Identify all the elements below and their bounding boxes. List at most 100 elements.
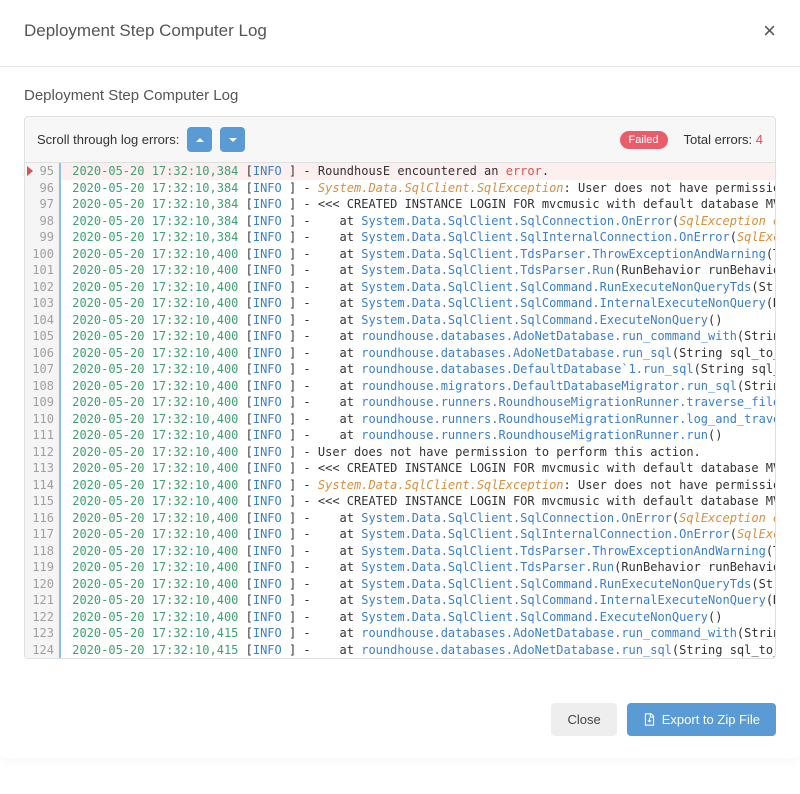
status-badge: Failed: [620, 131, 668, 149]
modal-header: Deployment Step Computer Log ×: [0, 0, 800, 67]
line-number: 120: [25, 576, 59, 593]
log-line[interactable]: 113 2020-05-20 17:32:10,400 [INFO ] - <<…: [25, 460, 775, 477]
log-line[interactable]: 95 2020-05-20 17:32:10,384 [INFO ] - Rou…: [25, 163, 775, 180]
modal-title: Deployment Step Computer Log: [24, 21, 267, 41]
log-line[interactable]: 100 2020-05-20 17:32:10,400 [INFO ] - at…: [25, 246, 775, 263]
line-number: 121: [25, 592, 59, 609]
line-number: 113: [25, 460, 59, 477]
log-text: 2020-05-20 17:32:10,400 [INFO ] - at Sys…: [59, 559, 775, 576]
log-line[interactable]: 99 2020-05-20 17:32:10,384 [INFO ] - at …: [25, 229, 775, 246]
log-text: 2020-05-20 17:32:10,400 [INFO ] - at Sys…: [59, 543, 775, 560]
log-line[interactable]: 118 2020-05-20 17:32:10,400 [INFO ] - at…: [25, 543, 775, 560]
modal-dialog: Deployment Step Computer Log × Deploymen…: [0, 0, 800, 758]
log-line[interactable]: 96 2020-05-20 17:32:10,384 [INFO ] - Sys…: [25, 180, 775, 197]
line-number: 119: [25, 559, 59, 576]
log-line[interactable]: 114 2020-05-20 17:32:10,400 [INFO ] - Sy…: [25, 477, 775, 494]
log-line[interactable]: 101 2020-05-20 17:32:10,400 [INFO ] - at…: [25, 262, 775, 279]
log-line[interactable]: 115 2020-05-20 17:32:10,400 [INFO ] - <<…: [25, 493, 775, 510]
log-text: 2020-05-20 17:32:10,384 [INFO ] - Roundh…: [59, 163, 775, 180]
line-number: 123: [25, 625, 59, 642]
log-toolbar: Scroll through log errors: Failed Total …: [25, 117, 775, 163]
log-line[interactable]: 108 2020-05-20 17:32:10,400 [INFO ] - at…: [25, 378, 775, 395]
log-text: 2020-05-20 17:32:10,400 [INFO ] - at Sys…: [59, 262, 775, 279]
log-text: 2020-05-20 17:32:10,384 [INFO ] - <<< CR…: [59, 196, 775, 213]
log-text: 2020-05-20 17:32:10,400 [INFO ] - at Sys…: [59, 295, 775, 312]
chevron-down-icon: [228, 135, 238, 145]
modal-footer: Close Export to Zip File: [0, 685, 800, 758]
log-line[interactable]: 105 2020-05-20 17:32:10,400 [INFO ] - at…: [25, 328, 775, 345]
scroll-up-button[interactable]: [187, 127, 212, 152]
log-line[interactable]: 123 2020-05-20 17:32:10,415 [INFO ] - at…: [25, 625, 775, 642]
total-errors-count: 4: [756, 132, 763, 147]
export-button[interactable]: Export to Zip File: [627, 703, 776, 736]
log-line[interactable]: 107 2020-05-20 17:32:10,400 [INFO ] - at…: [25, 361, 775, 378]
line-number: 99: [25, 229, 59, 246]
line-number: 101: [25, 262, 59, 279]
log-text: 2020-05-20 17:32:10,400 [INFO ] - User d…: [59, 444, 775, 461]
line-number: 122: [25, 609, 59, 626]
line-number: 112: [25, 444, 59, 461]
log-line[interactable]: 111 2020-05-20 17:32:10,400 [INFO ] - at…: [25, 427, 775, 444]
line-number: 124: [25, 642, 59, 659]
log-line[interactable]: 112 2020-05-20 17:32:10,400 [INFO ] - Us…: [25, 444, 775, 461]
log-text: 2020-05-20 17:32:10,400 [INFO ] - at rou…: [59, 427, 775, 444]
log-line[interactable]: 97 2020-05-20 17:32:10,384 [INFO ] - <<<…: [25, 196, 775, 213]
line-number: 117: [25, 526, 59, 543]
line-number: 108: [25, 378, 59, 395]
line-number: 105: [25, 328, 59, 345]
log-text: 2020-05-20 17:32:10,400 [INFO ] - at Sys…: [59, 609, 775, 626]
log-line[interactable]: 119 2020-05-20 17:32:10,400 [INFO ] - at…: [25, 559, 775, 576]
export-label: Export to Zip File: [662, 712, 760, 727]
log-line[interactable]: 109 2020-05-20 17:32:10,400 [INFO ] - at…: [25, 394, 775, 411]
line-number: 114: [25, 477, 59, 494]
total-errors-label: Total errors:: [684, 132, 756, 147]
download-icon: [643, 713, 656, 726]
log-text: 2020-05-20 17:32:10,400 [INFO ] - at Sys…: [59, 312, 775, 329]
log-line[interactable]: 116 2020-05-20 17:32:10,400 [INFO ] - at…: [25, 510, 775, 527]
log-line[interactable]: 98 2020-05-20 17:32:10,384 [INFO ] - at …: [25, 213, 775, 230]
log-text: 2020-05-20 17:32:10,384 [INFO ] - System…: [59, 180, 775, 197]
log-text: 2020-05-20 17:32:10,415 [INFO ] - at rou…: [59, 642, 775, 659]
log-text: 2020-05-20 17:32:10,400 [INFO ] - at Sys…: [59, 279, 775, 296]
log-text: 2020-05-20 17:32:10,400 [INFO ] - <<< CR…: [59, 493, 775, 510]
log-line[interactable]: 121 2020-05-20 17:32:10,400 [INFO ] - at…: [25, 592, 775, 609]
log-line[interactable]: 120 2020-05-20 17:32:10,400 [INFO ] - at…: [25, 576, 775, 593]
log-text: 2020-05-20 17:32:10,400 [INFO ] - at rou…: [59, 328, 775, 345]
total-errors: Total errors: 4: [684, 132, 763, 147]
log-text: 2020-05-20 17:32:10,400 [INFO ] - at Sys…: [59, 246, 775, 263]
scroll-down-button[interactable]: [220, 127, 245, 152]
line-number: 106: [25, 345, 59, 362]
log-line[interactable]: 124 2020-05-20 17:32:10,415 [INFO ] - at…: [25, 642, 775, 659]
log-line[interactable]: 117 2020-05-20 17:32:10,400 [INFO ] - at…: [25, 526, 775, 543]
line-number: 102: [25, 279, 59, 296]
log-text: 2020-05-20 17:32:10,400 [INFO ] - at rou…: [59, 345, 775, 362]
log-line[interactable]: 110 2020-05-20 17:32:10,400 [INFO ] - at…: [25, 411, 775, 428]
log-text: 2020-05-20 17:32:10,400 [INFO ] - System…: [59, 477, 775, 494]
log-text: 2020-05-20 17:32:10,384 [INFO ] - at Sys…: [59, 213, 775, 230]
line-number: 118: [25, 543, 59, 560]
log-line[interactable]: 106 2020-05-20 17:32:10,400 [INFO ] - at…: [25, 345, 775, 362]
log-text: 2020-05-20 17:32:10,415 [INFO ] - at rou…: [59, 625, 775, 642]
log-text: 2020-05-20 17:32:10,400 [INFO ] - at Sys…: [59, 576, 775, 593]
log-text: 2020-05-20 17:32:10,400 [INFO ] - at Sys…: [59, 526, 775, 543]
line-number: 116: [25, 510, 59, 527]
log-body[interactable]: 95 2020-05-20 17:32:10,384 [INFO ] - Rou…: [25, 163, 775, 658]
line-number: 100: [25, 246, 59, 263]
log-line[interactable]: 104 2020-05-20 17:32:10,400 [INFO ] - at…: [25, 312, 775, 329]
section-title: Deployment Step Computer Log: [24, 87, 776, 104]
close-button[interactable]: Close: [551, 703, 616, 736]
log-line[interactable]: 122 2020-05-20 17:32:10,400 [INFO ] - at…: [25, 609, 775, 626]
log-line[interactable]: 103 2020-05-20 17:32:10,400 [INFO ] - at…: [25, 295, 775, 312]
line-number: 97: [25, 196, 59, 213]
line-number: 95: [25, 163, 59, 180]
line-number: 103: [25, 295, 59, 312]
log-text: 2020-05-20 17:32:10,400 [INFO ] - at rou…: [59, 361, 775, 378]
chevron-up-icon: [195, 135, 205, 145]
log-text: 2020-05-20 17:32:10,400 [INFO ] - <<< CR…: [59, 460, 775, 477]
log-text: 2020-05-20 17:32:10,400 [INFO ] - at Sys…: [59, 592, 775, 609]
log-text: 2020-05-20 17:32:10,400 [INFO ] - at rou…: [59, 394, 775, 411]
log-text: 2020-05-20 17:32:10,400 [INFO ] - at rou…: [59, 411, 775, 428]
log-line[interactable]: 102 2020-05-20 17:32:10,400 [INFO ] - at…: [25, 279, 775, 296]
close-icon[interactable]: ×: [763, 20, 776, 42]
log-panel: Scroll through log errors: Failed Total …: [24, 116, 776, 659]
